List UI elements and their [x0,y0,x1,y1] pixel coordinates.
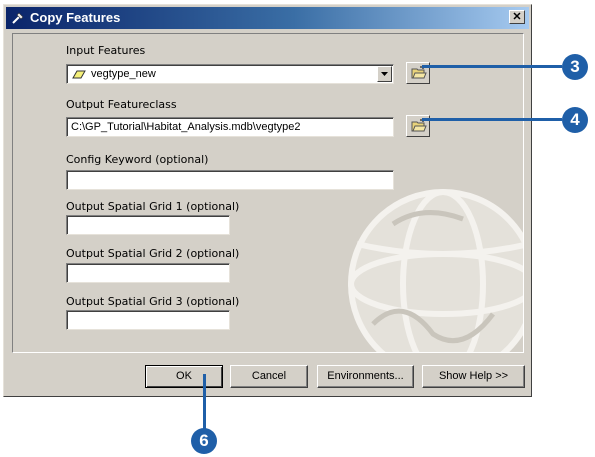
output-spatial-grid-3-label: Output Spatial Grid 3 (optional) [66,295,240,308]
chevron-down-icon [381,72,388,76]
polygon-layer-icon [72,70,86,79]
tool-hammer-icon [12,12,24,24]
window-title: Copy Features [30,10,121,25]
callout-6-marker: 6 [191,428,217,454]
config-keyword-field[interactable] [66,170,394,190]
output-spatial-grid-2-field[interactable] [66,263,230,283]
close-icon: ✕ [512,11,522,23]
callout-3-marker: 3 [562,54,588,80]
copy-features-dialog: Copy Features ✕ Input Features vegtype_n… [3,4,532,397]
output-featureclass-field[interactable]: C:\GP_Tutorial\Habitat_Analysis.mdb\vegt… [66,117,394,137]
cancel-button[interactable]: Cancel [230,365,308,388]
input-features-value: vegtype_new [91,68,156,80]
globe-watermark-icon [348,189,523,352]
callout-6-line [203,374,206,432]
environments-button[interactable]: Environments... [317,365,414,388]
config-keyword-label: Config Keyword (optional) [66,153,209,166]
callout-4-line [422,118,562,121]
callout-4-marker: 4 [562,107,588,133]
output-spatial-grid-1-field[interactable] [66,215,230,235]
open-folder-icon [411,119,427,132]
parameters-panel: Input Features vegtype_new Output Featur… [12,33,524,353]
input-features-label: Input Features [66,44,146,57]
output-spatial-grid-2-label: Output Spatial Grid 2 (optional) [66,247,240,260]
input-features-select[interactable]: vegtype_new [66,64,394,84]
open-folder-icon [411,66,427,79]
show-help-button[interactable]: Show Help >> [422,365,525,388]
ok-button[interactable]: OK [145,365,223,388]
callout-3-line [422,65,562,68]
close-button[interactable]: ✕ [509,10,525,24]
output-featureclass-label: Output Featureclass [66,98,177,111]
output-spatial-grid-3-field[interactable] [66,310,230,330]
input-features-dropdown-button[interactable] [377,66,392,82]
output-spatial-grid-1-label: Output Spatial Grid 1 (optional) [66,200,240,213]
title-bar: Copy Features ✕ [6,7,529,29]
